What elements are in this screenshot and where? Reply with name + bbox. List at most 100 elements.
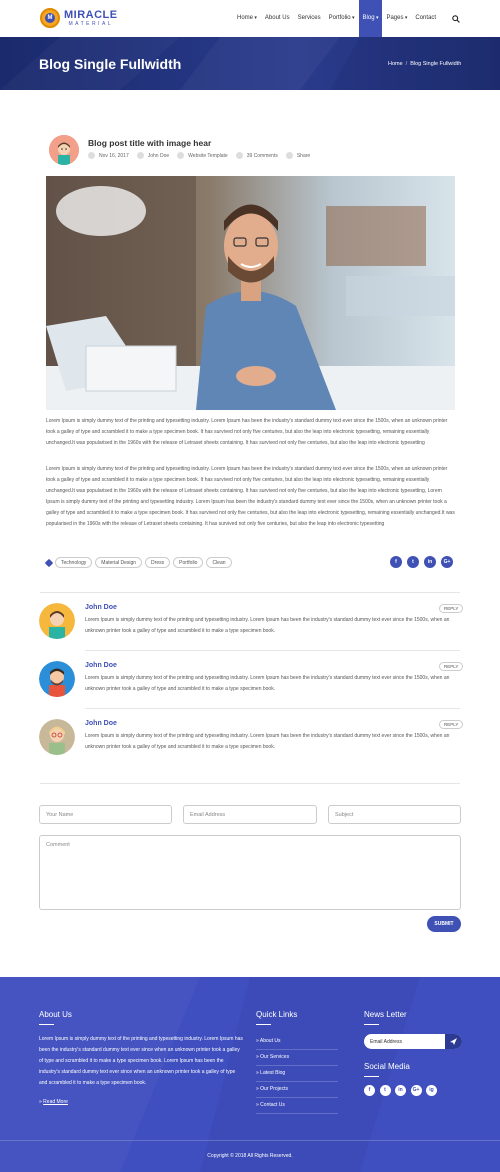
twitter-icon[interactable]: t — [379, 1085, 391, 1096]
post-meta: Nov 16, 2017 John Doe Website Template 3… — [88, 152, 318, 159]
share-icon — [285, 152, 293, 159]
facebook-icon[interactable]: f — [390, 556, 402, 568]
linkedin-icon[interactable]: in — [424, 556, 436, 568]
comment-text: Lorem Ipsum is simply dummy text of the … — [85, 733, 450, 750]
post-title: Blog post title with image hear — [88, 138, 212, 148]
post-date-text: Nov 16, 2017 — [99, 152, 129, 159]
footer-read-more-text: Read More — [43, 1099, 68, 1105]
newsletter-email-input[interactable] — [364, 1034, 444, 1049]
footer-link-latest-blog[interactable]: » Latest Blog — [256, 1070, 285, 1076]
post-comments[interactable]: 39 Comments — [235, 152, 278, 159]
footer-social-heading: Social Media — [364, 1062, 410, 1071]
chevron-down-icon: ▾ — [374, 15, 379, 21]
commenter-name[interactable]: John Doe — [85, 662, 117, 669]
logo-mark-icon: M — [40, 8, 60, 28]
post-paragraph-2: Lorem Ipsum is simply dummy text of the … — [46, 466, 455, 527]
footer-link-divider — [256, 1065, 338, 1066]
footer-link-our-projects[interactable]: » Our Projects — [256, 1086, 288, 1092]
nav-item-label: Portfolio — [328, 15, 351, 21]
post-share[interactable]: Share — [285, 152, 310, 159]
post-share-icons: f t in G+ — [390, 556, 458, 568]
footer-links-heading: Quick Links — [256, 1010, 298, 1019]
facebook-icon[interactable]: f — [364, 1085, 375, 1096]
footer-link-label: Our Projects — [260, 1086, 288, 1092]
email-input[interactable] — [183, 805, 317, 824]
nav-item-portfolio[interactable]: Portfolio ▾ — [325, 0, 359, 37]
footer-about-text: Lorem Ipsum is simply dummy text of the … — [39, 1036, 243, 1086]
tag-pill[interactable]: Portfolio — [173, 557, 204, 568]
subject-input[interactable] — [328, 805, 461, 824]
nav-item-label: Contact — [415, 15, 437, 21]
linkedin-icon[interactable]: in — [395, 1085, 406, 1096]
reply-button[interactable]: REPLY — [439, 662, 464, 671]
submit-button[interactable]: SUBMIT — [427, 916, 461, 932]
name-input[interactable] — [39, 805, 172, 824]
newsletter-form — [364, 1034, 462, 1049]
footer-link-our-services[interactable]: » Our Services — [256, 1054, 289, 1060]
nav-item-services[interactable]: Services — [294, 0, 325, 37]
send-icon — [450, 1038, 457, 1045]
post-comments-text: 39 Comments — [246, 152, 278, 159]
footer-divider — [0, 1140, 500, 1141]
post-author-text: John Doe — [147, 152, 170, 159]
footer-link-label: Latest Blog — [260, 1070, 286, 1076]
footer-link-divider — [256, 1113, 338, 1114]
nav-item-label: Blog — [362, 15, 375, 21]
post-category-text: Website Template — [188, 152, 228, 159]
comment-text: Lorem Ipsum is simply dummy text of the … — [85, 617, 450, 634]
folder-icon — [177, 152, 185, 159]
site-header: M MIRACLE MATERIAL Home ▾ About Us Service… — [0, 0, 500, 37]
comment-divider — [85, 708, 460, 709]
breadcrumb-home[interactable]: Home — [388, 61, 403, 67]
comment-icon — [235, 152, 243, 159]
breadcrumb: Home / Blog Single Fullwidth — [388, 61, 461, 67]
nav-item-label: Home — [237, 15, 254, 21]
comment-divider — [85, 650, 460, 651]
google-plus-icon[interactable]: G+ — [441, 556, 453, 568]
comment-textarea[interactable] — [39, 835, 461, 910]
footer-heading-underline — [364, 1076, 379, 1077]
commenter-name[interactable]: John Doe — [85, 604, 117, 611]
breadcrumb-current: Blog Single Fullwidth — [410, 61, 462, 67]
footer-link-label: Contact Us — [260, 1102, 285, 1108]
nav-item-blog[interactable]: Blog ▾ — [358, 0, 383, 37]
nav-item-contact[interactable]: Contact — [411, 0, 440, 37]
comment-text: Lorem Ipsum is simply dummy text of the … — [85, 675, 450, 692]
reply-button[interactable]: REPLY — [439, 720, 464, 729]
nav-item-pages[interactable]: Pages ▾ — [382, 0, 411, 37]
logo-title: MIRACLE — [64, 8, 118, 21]
footer-link-label: Our Services — [260, 1054, 290, 1060]
nav-item-about-us[interactable]: About Us — [261, 0, 294, 37]
google-plus-icon[interactable]: G+ — [410, 1085, 422, 1096]
tag-pill[interactable]: Material Design — [95, 557, 143, 568]
footer-link-label: About Us — [259, 1038, 281, 1044]
footer-link-contact-us[interactable]: » Contact Us — [256, 1102, 285, 1108]
post-category[interactable]: Website Template — [177, 152, 228, 159]
newsletter-send-button[interactable] — [445, 1034, 462, 1049]
footer-link-divider — [256, 1081, 338, 1082]
user-icon — [136, 152, 144, 159]
tag-pill[interactable]: Dress — [145, 557, 171, 568]
footer-read-more[interactable]: » Read More — [39, 1099, 68, 1105]
footer-link-about-us[interactable]: » About Us — [256, 1038, 280, 1044]
reply-button[interactable]: REPLY — [439, 604, 464, 613]
instagram-icon[interactable]: ig — [426, 1085, 437, 1096]
logo-tagline: MATERIAL — [68, 20, 114, 27]
twitter-icon[interactable]: t — [407, 556, 419, 568]
page-title-banner: Blog Single Fullwidth Home / Blog Single F… — [0, 37, 500, 90]
main-nav: Home ▾ About Us Services Portfolio ▾ Blog ▾ P… — [233, 0, 440, 37]
copyright-text: Copyright © 2018 All Rights Reserved. — [207, 1153, 293, 1159]
nav-item-home[interactable]: Home ▾ — [233, 0, 261, 37]
search-icon[interactable] — [452, 15, 460, 23]
commenter-avatar — [39, 719, 75, 755]
post-author[interactable]: John Doe — [136, 152, 170, 159]
site-logo[interactable]: M MIRACLE MATERIAL — [40, 8, 118, 28]
commenter-name[interactable]: John Doe — [85, 720, 117, 727]
tag-pill[interactable]: Technology — [55, 557, 93, 568]
author-avatar — [49, 135, 79, 165]
breadcrumb-separator: / — [405, 61, 408, 67]
tag-pill[interactable]: Clean — [206, 557, 232, 568]
chevron-down-icon: ▾ — [350, 15, 355, 21]
footer-link-divider — [256, 1097, 338, 1098]
footer-link-divider — [256, 1049, 338, 1050]
